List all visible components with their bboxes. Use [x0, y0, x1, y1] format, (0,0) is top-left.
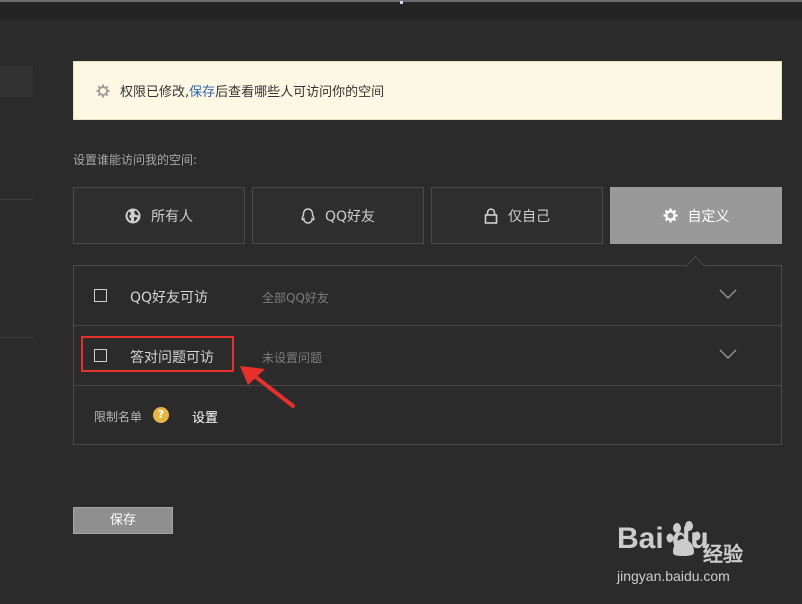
- limit-list-label: 限制名单: [94, 410, 143, 424]
- annotation-arrow-icon: [240, 366, 295, 408]
- qq-friends-checkbox[interactable]: [94, 289, 107, 302]
- option-value: 全部QQ好友: [262, 291, 329, 305]
- tab-everyone[interactable]: 所有人: [73, 187, 245, 244]
- notice-text-before: 权限已修改,: [120, 85, 190, 100]
- access-options: 所有人 QQ好友 仅自己 自定义: [73, 187, 782, 244]
- save-button[interactable]: 保存: [73, 507, 173, 534]
- permission-notice: 权限已修改, 保存 后查看哪些人可访问你的空间: [73, 61, 782, 120]
- access-setting-title: 设置谁能访问我的空间:: [73, 153, 198, 167]
- lock-icon: [484, 207, 498, 224]
- chevron-down-icon[interactable]: [719, 348, 737, 360]
- notice-text-after: 后查看哪些人可访问你的空间: [215, 85, 385, 100]
- top-indicator: [400, 1, 403, 4]
- tab-label: QQ好友: [324, 208, 376, 225]
- baidu-paw-icon: [666, 521, 701, 556]
- globe-icon: [125, 208, 141, 223]
- sidebar-divider: [0, 337, 33, 338]
- tab-label: 所有人: [151, 208, 193, 225]
- chevron-down-icon[interactable]: [719, 288, 737, 300]
- limit-settings-link[interactable]: 设置: [192, 407, 218, 426]
- help-icon[interactable]: ?: [153, 407, 169, 423]
- watermark-url: jingyan.baidu.com: [617, 568, 730, 584]
- limit-list-row: 限制名单 ? 设置: [74, 386, 781, 446]
- sidebar-divider: [0, 199, 33, 200]
- option-label: QQ好友可访: [130, 290, 209, 306]
- qq-penguin-icon: [301, 207, 315, 224]
- tab-qq-friends[interactable]: QQ好友: [252, 187, 424, 244]
- gear-icon: [662, 208, 678, 223]
- option-qq-friends-row[interactable]: QQ好友可访 全部QQ好友: [74, 266, 781, 326]
- tab-custom[interactable]: 自定义: [610, 187, 782, 244]
- tab-label: 仅自己: [508, 208, 550, 225]
- tab-only-me[interactable]: 仅自己: [431, 187, 603, 244]
- tab-label: 自定义: [687, 208, 730, 225]
- gear-icon: [96, 83, 110, 98]
- annotation-highlight-box: [81, 336, 234, 372]
- notice-save-link[interactable]: 保存: [189, 81, 215, 100]
- watermark-suffix: 经验: [703, 542, 743, 566]
- sidebar-item[interactable]: [0, 66, 33, 97]
